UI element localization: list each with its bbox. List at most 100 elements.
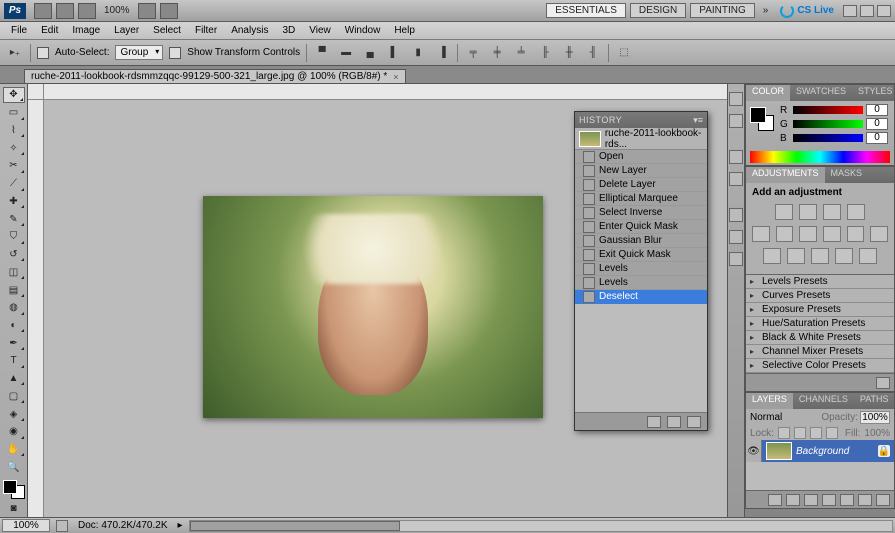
color-balance-icon[interactable]: [799, 226, 817, 242]
dock-icon-4[interactable]: [729, 172, 743, 186]
menu-image[interactable]: Image: [65, 25, 107, 36]
ruler-horizontal[interactable]: [44, 84, 727, 100]
align-top-icon[interactable]: ▀: [313, 44, 331, 62]
history-tab[interactable]: HISTORY: [579, 115, 622, 125]
adjustment-preset[interactable]: Selective Color Presets: [746, 359, 894, 373]
clone-stamp-tool[interactable]: ⛉: [3, 229, 25, 245]
invert-icon[interactable]: [763, 248, 781, 264]
status-zoom[interactable]: 100%: [2, 519, 50, 532]
view-extras-icon[interactable]: [78, 3, 96, 19]
history-item[interactable]: Select Inverse: [575, 206, 707, 220]
dodge-tool[interactable]: ◐: [3, 318, 25, 334]
foreground-color-swatch[interactable]: [3, 480, 17, 494]
history-item[interactable]: Enter Quick Mask: [575, 220, 707, 234]
tab-styles[interactable]: STYLES: [852, 85, 895, 101]
history-brush-tool[interactable]: ↺: [3, 247, 25, 263]
ruler-vertical[interactable]: [28, 100, 44, 517]
path-select-tool[interactable]: ▲: [3, 371, 25, 387]
lock-all-icon[interactable]: [826, 427, 838, 439]
adjustment-preset[interactable]: Levels Presets: [746, 275, 894, 289]
delete-layer-icon[interactable]: [876, 494, 890, 506]
align-hcenter-icon[interactable]: ▮: [409, 44, 427, 62]
status-caret-icon[interactable]: ▸: [178, 520, 183, 531]
layer-mask-icon[interactable]: [804, 494, 818, 506]
hue-saturation-icon[interactable]: [776, 226, 794, 242]
adjustments-footer-icon[interactable]: [876, 377, 890, 389]
layer-name[interactable]: Background: [796, 446, 849, 457]
distribute-right-icon[interactable]: ╢: [584, 44, 602, 62]
workspace-essentials[interactable]: ESSENTIALS: [546, 3, 626, 18]
status-preview-icon[interactable]: [56, 520, 68, 532]
window-close-icon[interactable]: [877, 5, 891, 17]
type-tool[interactable]: T: [3, 353, 25, 369]
adjustment-preset[interactable]: Hue/Saturation Presets: [746, 317, 894, 331]
vibrance-icon[interactable]: [752, 226, 770, 242]
document-tab[interactable]: ruche-2011-lookbook-rdsmmzqqc-99129-500-…: [24, 69, 406, 83]
move-tool-preset-icon[interactable]: ▸₊: [6, 44, 24, 62]
history-item[interactable]: Deselect: [575, 290, 707, 304]
green-slider[interactable]: G0: [780, 119, 888, 129]
align-left-icon[interactable]: ▌: [385, 44, 403, 62]
history-item[interactable]: Open: [575, 150, 707, 164]
curves-icon[interactable]: [823, 204, 841, 220]
fill-value[interactable]: 100%: [864, 428, 890, 439]
levels-icon[interactable]: [799, 204, 817, 220]
threshold-icon[interactable]: [811, 248, 829, 264]
dock-icon-7[interactable]: [729, 252, 743, 266]
dock-icon-6[interactable]: [729, 230, 743, 244]
tab-color[interactable]: COLOR: [746, 85, 790, 101]
healing-brush-tool[interactable]: ✚: [3, 194, 25, 210]
canvas-area[interactable]: HISTORY ▾≡ ruche-2011-lookbook-rds... Op…: [28, 84, 727, 517]
dock-icon-5[interactable]: [729, 208, 743, 222]
panel-menu-icon[interactable]: ▾≡: [693, 115, 703, 126]
crop-tool[interactable]: ✂: [3, 158, 25, 174]
arrange-documents-icon[interactable]: [138, 3, 156, 19]
gradient-tool[interactable]: ▤: [3, 282, 25, 298]
cslive-button[interactable]: CS Live: [774, 2, 840, 20]
distribute-bottom-icon[interactable]: ╧: [512, 44, 530, 62]
exposure-icon[interactable]: [847, 204, 865, 220]
blue-value[interactable]: 0: [866, 132, 888, 144]
menu-window[interactable]: Window: [338, 25, 388, 36]
layer-row[interactable]: 👁 Background 🔒: [746, 440, 894, 462]
3d-tool[interactable]: ◈: [3, 406, 25, 422]
history-item[interactable]: Gaussian Blur: [575, 234, 707, 248]
pen-tool[interactable]: ✒: [3, 335, 25, 351]
gradient-map-icon[interactable]: [835, 248, 853, 264]
auto-select-dropdown[interactable]: Group: [115, 45, 163, 60]
foreground-background-swatch[interactable]: [3, 480, 25, 499]
channel-mixer-icon[interactable]: [870, 226, 888, 242]
show-transform-checkbox[interactable]: [169, 47, 181, 59]
dock-icon-1[interactable]: [729, 92, 743, 106]
workspace-painting[interactable]: PAINTING: [690, 3, 754, 18]
delete-state-icon[interactable]: [687, 416, 701, 428]
layer-style-icon[interactable]: [786, 494, 800, 506]
tab-channels[interactable]: CHANNELS: [793, 393, 854, 409]
shape-tool[interactable]: ▢: [3, 388, 25, 404]
document-image[interactable]: [203, 196, 543, 418]
status-doc-info[interactable]: Doc: 470.2K/470.2K: [74, 520, 172, 531]
quick-select-tool[interactable]: ✧: [3, 140, 25, 156]
menu-analysis[interactable]: Analysis: [224, 25, 275, 36]
layer-group-icon[interactable]: [840, 494, 854, 506]
history-panel[interactable]: HISTORY ▾≡ ruche-2011-lookbook-rds... Op…: [574, 111, 708, 431]
selective-color-icon[interactable]: [859, 248, 877, 264]
hand-tool[interactable]: ✋: [3, 442, 25, 458]
zoom-level[interactable]: 100%: [98, 2, 136, 20]
layer-visibility-icon[interactable]: 👁: [746, 440, 762, 462]
distribute-top-icon[interactable]: ╤: [464, 44, 482, 62]
lock-position-icon[interactable]: [810, 427, 822, 439]
photo-filter-icon[interactable]: [847, 226, 865, 242]
ruler-origin[interactable]: [28, 84, 44, 100]
quick-mask-toggle[interactable]: ◙: [3, 500, 25, 516]
black-white-icon[interactable]: [823, 226, 841, 242]
lock-transparency-icon[interactable]: [778, 427, 790, 439]
minibridge-icon[interactable]: [56, 3, 74, 19]
auto-align-icon[interactable]: ⬚: [615, 44, 633, 62]
adjustment-preset[interactable]: Exposure Presets: [746, 303, 894, 317]
new-layer-icon[interactable]: [858, 494, 872, 506]
distribute-left-icon[interactable]: ╟: [536, 44, 554, 62]
horizontal-scrollbar[interactable]: [189, 520, 893, 532]
tab-masks[interactable]: MASKS: [825, 167, 869, 183]
lasso-tool[interactable]: ⌇: [3, 123, 25, 139]
